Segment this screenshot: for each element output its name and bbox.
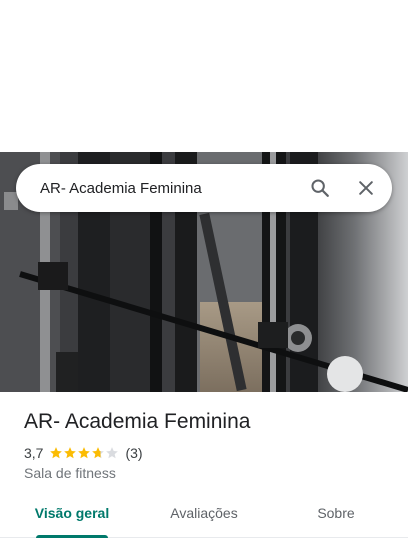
search-bar [16, 163, 392, 213]
place-category[interactable]: Sala de fitness [24, 465, 116, 481]
star-icon [50, 447, 63, 459]
rating-row[interactable]: 3,7 (3) [24, 444, 143, 462]
search-input[interactable] [16, 163, 300, 213]
close-icon[interactable] [346, 168, 386, 208]
star-icon [92, 447, 105, 459]
active-tab-indicator [36, 535, 108, 538]
tab-reviews[interactable]: Avaliações [148, 490, 260, 537]
tab-bar: Visão geral Avaliações Sobre [0, 490, 408, 538]
star-icon [78, 447, 91, 459]
star-icon [106, 447, 119, 459]
star-icon [64, 447, 77, 459]
place-title: AR- Academia Feminina [24, 410, 251, 433]
review-count[interactable]: (3) [125, 445, 142, 461]
tab-about[interactable]: Sobre [280, 490, 392, 537]
map-area-blank [0, 0, 408, 152]
search-icon[interactable] [300, 168, 340, 208]
rating-value: 3,7 [24, 445, 44, 461]
tab-overview[interactable]: Visão geral [16, 490, 128, 537]
rating-stars [49, 446, 119, 460]
